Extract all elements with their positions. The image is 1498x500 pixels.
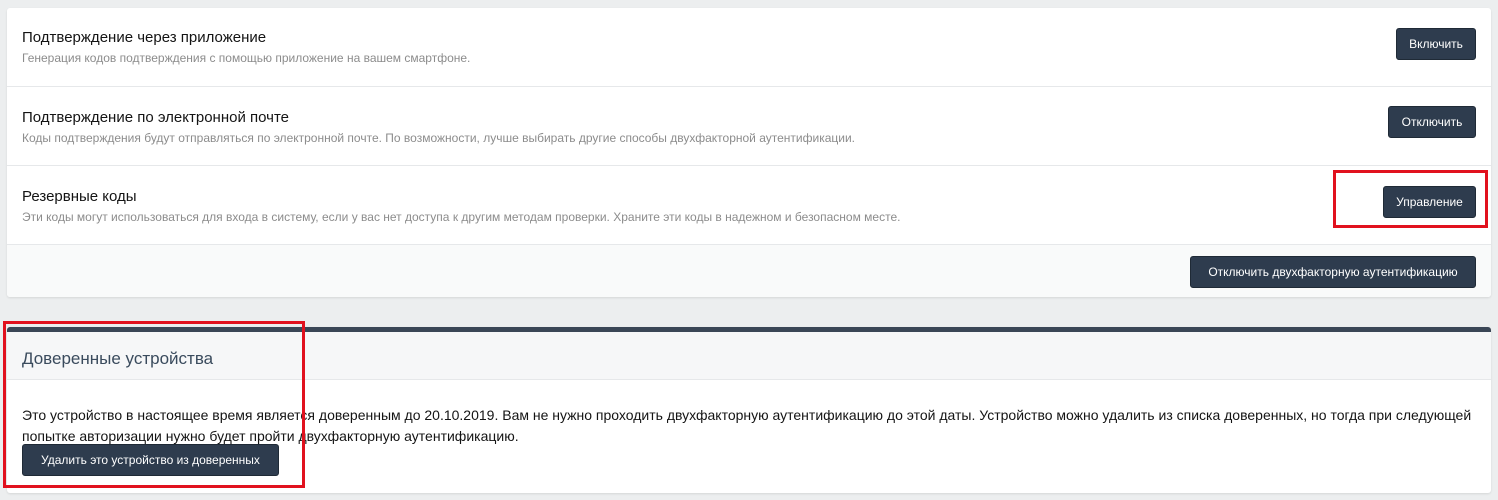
method-row-email: Подтверждение по электронной почте Коды … [7,87,1491,166]
method-row-app: Подтверждение через приложение Генерация… [7,8,1491,87]
trusted-devices-header: Доверенные устройства [7,332,1491,380]
two-factor-methods-panel: Подтверждение через приложение Генерация… [7,8,1491,297]
remove-trusted-device-button[interactable]: Удалить это устройство из доверенных [22,444,279,476]
method-title-backup-codes: Резервные коды [22,188,137,205]
method-description-app: Генерация кодов подтверждения с помощью … [22,51,471,65]
methods-footer: Отключить двухфакторную аутентификацию [7,245,1491,297]
disable-two-factor-button[interactable]: Отключить двухфакторную аутентификацию [1190,256,1476,288]
trusted-devices-panel: Доверенные устройства Это устройство в н… [7,327,1491,493]
enable-app-button[interactable]: Включить [1396,28,1476,60]
disable-email-button[interactable]: Отключить [1388,106,1476,138]
trusted-devices-text: Это устройство в настоящее время являетс… [22,407,1472,444]
method-description-backup-codes: Эти коды могут использоваться для входа … [22,210,901,224]
method-title-email: Подтверждение по электронной почте [22,109,289,126]
manage-backup-codes-button[interactable]: Управление [1383,186,1476,218]
trusted-devices-title: Доверенные устройства [22,349,214,368]
method-row-backup-codes: Резервные коды Эти коды могут использова… [7,166,1491,245]
method-title-app: Подтверждение через приложение [22,29,267,46]
method-description-email: Коды подтверждения будут отправляться по… [22,131,855,145]
